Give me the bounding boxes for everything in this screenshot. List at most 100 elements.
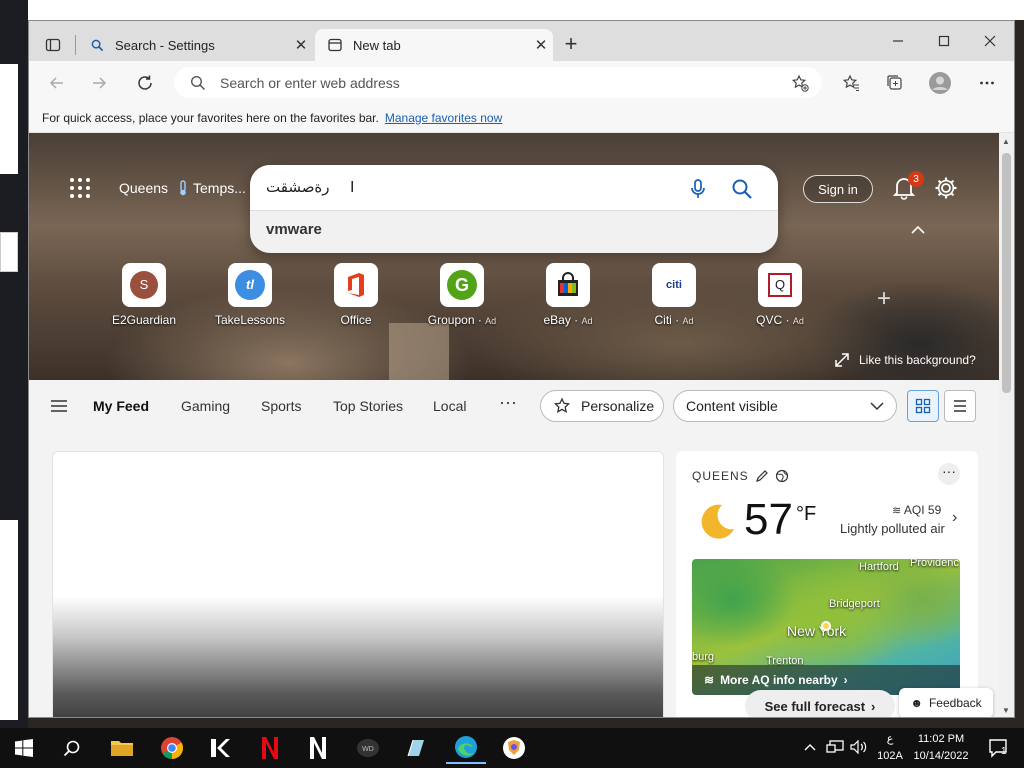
chevron-right-icon: ›	[871, 698, 876, 714]
scroll-up-icon[interactable]: ▲	[1002, 137, 1010, 146]
like-background-link[interactable]: Like this background?	[835, 353, 976, 367]
map-label: Hartford	[859, 561, 899, 573]
close-window-button[interactable]	[967, 29, 1013, 53]
address-bar[interactable]: Search or enter web address	[174, 67, 822, 98]
add-quick-link-button[interactable]: +	[873, 287, 895, 311]
favorites-bar: For quick access, place your favorites h…	[29, 103, 1014, 133]
edge-button[interactable]	[446, 732, 486, 764]
quick-link-label: Office	[340, 313, 372, 327]
app-netflix-button[interactable]	[250, 732, 290, 764]
app-k-button[interactable]	[200, 732, 240, 764]
maximize-button[interactable]	[921, 29, 967, 53]
thermometer-icon	[180, 180, 186, 196]
see-full-forecast-button[interactable]: See full forecast ›	[745, 690, 895, 717]
close-tab-icon[interactable]: ✕	[289, 33, 313, 57]
quick-link-groupon[interactable]: G Groupon · Ad	[410, 263, 514, 327]
collections-button[interactable]	[881, 69, 909, 97]
tab-gaming[interactable]: Gaming	[181, 398, 230, 414]
tab-actions-button[interactable]	[39, 31, 67, 59]
manage-favorites-link[interactable]: Manage favorites now	[385, 111, 502, 125]
settings-more-button[interactable]	[973, 69, 1001, 97]
search-input[interactable]: رةصشقت Ι	[250, 165, 778, 211]
edit-pencil-icon[interactable]	[755, 469, 769, 483]
avatar-icon	[929, 72, 951, 94]
quick-link-e2guardian[interactable]: S E2Guardian	[92, 263, 196, 327]
scrollbar-thumb[interactable]	[1002, 153, 1011, 393]
microphone-icon[interactable]	[686, 177, 710, 201]
list-view-button[interactable]	[944, 390, 976, 422]
brave-button[interactable]	[494, 732, 534, 764]
temperature-link[interactable]: Temps...	[177, 180, 246, 196]
air-quality-map[interactable]: Hartford Providenc Bridgeport New York b…	[692, 559, 960, 695]
quick-link-qvc[interactable]: Q QVC · Ad	[728, 263, 832, 327]
app-wd-button[interactable]: WD	[348, 732, 388, 764]
chrome-button[interactable]	[152, 732, 192, 764]
grid-icon	[70, 178, 90, 198]
hamburger-menu-icon[interactable]	[49, 396, 69, 416]
forward-button[interactable]	[85, 69, 113, 97]
quick-link-label: Groupon	[427, 313, 475, 327]
aq-lines-icon: ≋	[704, 673, 715, 687]
search-suggestion[interactable]: vmware	[266, 221, 322, 238]
minimize-button[interactable]	[875, 29, 921, 53]
search-icon[interactable]	[730, 177, 754, 201]
network-button[interactable]	[826, 740, 844, 757]
favorites-button[interactable]	[837, 69, 865, 97]
close-tab-icon[interactable]: ✕	[529, 33, 553, 57]
volume-icon	[850, 739, 867, 755]
feedback-icon: ☻	[910, 696, 923, 710]
location-label[interactable]: Queens	[119, 180, 168, 196]
search-taskbar-button[interactable]	[52, 732, 92, 764]
weather-location: QUEENS	[692, 469, 789, 483]
tab-top-stories[interactable]: Top Stories	[333, 398, 403, 414]
back-button[interactable]	[43, 69, 71, 97]
globe-icon[interactable]	[775, 469, 789, 483]
show-hidden-icons-button[interactable]	[804, 740, 816, 755]
personalize-star-icon	[553, 397, 571, 413]
scroll-down-icon[interactable]: ▼	[1002, 706, 1010, 715]
refresh-button[interactable]	[131, 69, 159, 97]
quick-link-takelessons[interactable]: tl TakeLessons	[198, 263, 302, 327]
input-language-button[interactable]: ع 102A	[876, 731, 904, 765]
more-icon	[980, 81, 994, 85]
map-label: Providenc	[910, 559, 959, 569]
start-button[interactable]	[4, 732, 44, 764]
tab-sports[interactable]: Sports	[261, 398, 301, 414]
clock[interactable]: 11:02 PM 10/14/2022	[906, 731, 976, 765]
add-favorite-button[interactable]	[786, 69, 814, 97]
content-visibility-dropdown[interactable]: Content visible	[673, 390, 897, 422]
quick-link-office[interactable]: Office	[304, 263, 408, 327]
tab-new-tab[interactable]: New tab ✕	[315, 29, 553, 61]
file-explorer-button[interactable]	[102, 732, 142, 764]
chevron-right-icon[interactable]: ›	[952, 509, 957, 527]
edge-icon	[455, 736, 477, 758]
letter-avatar: S	[130, 271, 158, 299]
tab-local[interactable]: Local	[433, 398, 466, 414]
sign-in-button[interactable]: Sign in	[803, 175, 873, 203]
language-bottom: 102A	[877, 750, 903, 762]
feedback-button[interactable]: ☻ Feedback	[899, 688, 993, 717]
grid-view-button[interactable]	[907, 390, 939, 422]
personalize-button[interactable]: Personalize	[540, 390, 664, 422]
gear-icon[interactable]	[933, 175, 959, 201]
vertical-scrollbar[interactable]: ▲ ▼	[999, 133, 1014, 717]
action-center-button[interactable]: 1	[978, 732, 1018, 764]
feedback-label: Feedback	[928, 696, 982, 710]
chevron-up-icon[interactable]	[909, 223, 927, 237]
more-aq-label: More AQ info nearby	[720, 673, 838, 687]
more-tabs-button[interactable]: ···	[499, 392, 517, 413]
weather-more-button[interactable]: ···	[938, 463, 960, 485]
app-launcher-button[interactable]	[69, 177, 93, 201]
profile-button[interactable]	[926, 69, 954, 97]
quick-link-ebay[interactable]: eBay · Ad	[516, 263, 620, 327]
maximize-icon	[938, 35, 950, 47]
new-tab-button[interactable]: +	[559, 33, 583, 57]
notification-badge: 3	[908, 171, 924, 187]
app-pen-button[interactable]	[396, 732, 436, 764]
tab-my-feed[interactable]: My Feed	[93, 398, 149, 414]
aqi-value[interactable]: ≋ AQI 59	[892, 503, 941, 517]
app-n-button[interactable]	[298, 732, 338, 764]
tab-search-settings[interactable]: Search - Settings ✕	[81, 29, 313, 61]
volume-button[interactable]	[850, 739, 868, 757]
quick-link-citi[interactable]: citi Citi · Ad	[622, 263, 726, 327]
